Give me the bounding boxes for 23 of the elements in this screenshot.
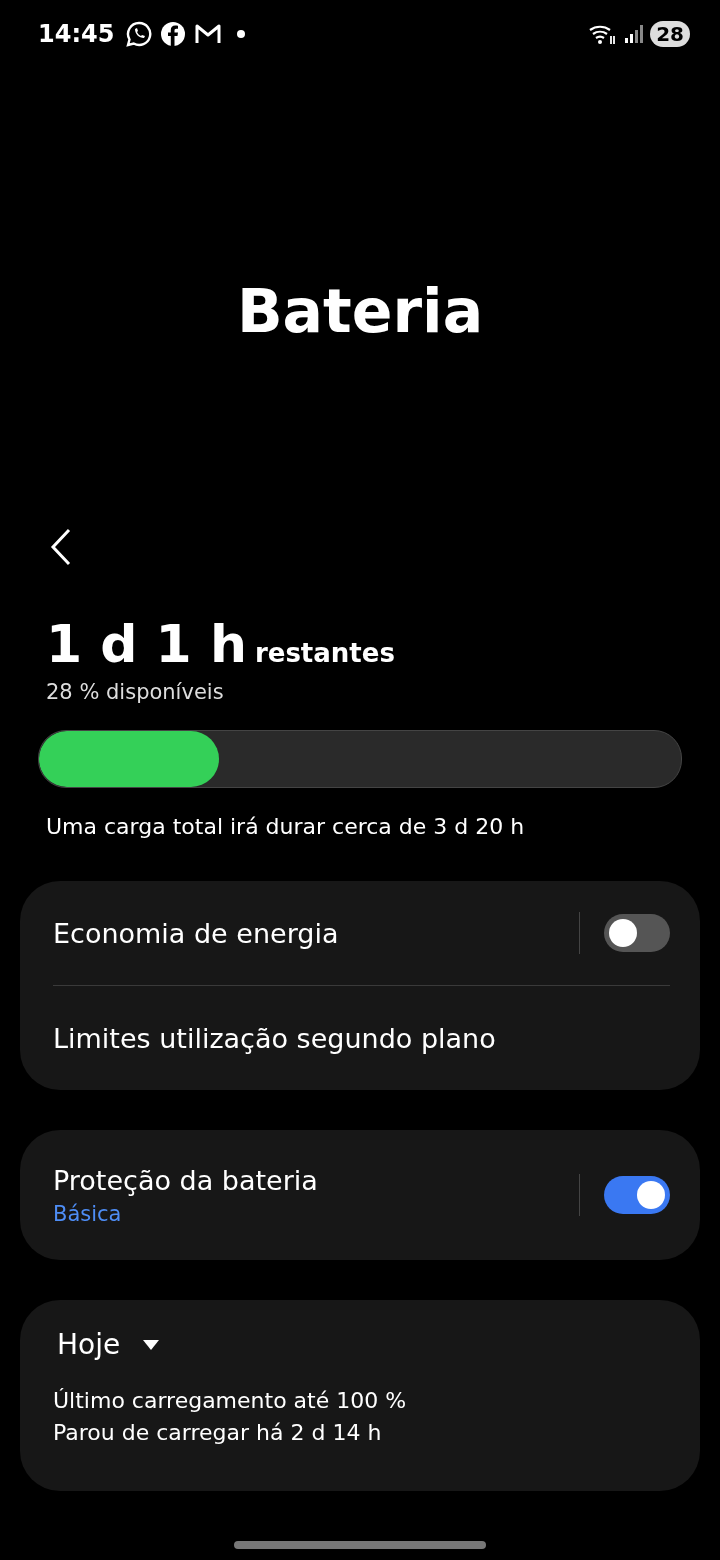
history-line: Último carregamento até 100 % (53, 1387, 408, 1415)
remaining-label: restantes (254, 638, 395, 668)
back-icon[interactable] (50, 528, 72, 566)
chat-icon (126, 21, 153, 47)
facebook-icon (160, 21, 187, 47)
period-dropdown[interactable]: Hoje (53, 1328, 161, 1361)
available-percent: 28 % disponíveis (46, 680, 225, 704)
dot-icon (236, 29, 247, 39)
battery-level: 28 (650, 21, 690, 47)
signal-icon (624, 24, 645, 44)
history-line: Parou de carregar há 2 d 14 h (53, 1419, 383, 1447)
full-charge-estimate: Uma carga total irá durar cerca de 3 d 20 h (46, 814, 526, 839)
setting-subtitle: Básica (53, 1201, 123, 1226)
toggle-switch[interactable] (604, 914, 670, 952)
toggle-switch[interactable] (604, 1176, 670, 1214)
setting-label[interactable]: Proteção da bateria (53, 1164, 318, 1196)
remaining-time: 1 d 1 h (46, 614, 247, 674)
setting-label[interactable]: Limites utilização segundo plano (53, 1022, 496, 1054)
caret-icon (142, 1338, 161, 1351)
clock: 14:45 (38, 20, 115, 48)
setting-label[interactable]: Economia de energia (53, 917, 339, 949)
mail-icon (194, 22, 223, 46)
page-title: Bateria (235, 276, 485, 346)
